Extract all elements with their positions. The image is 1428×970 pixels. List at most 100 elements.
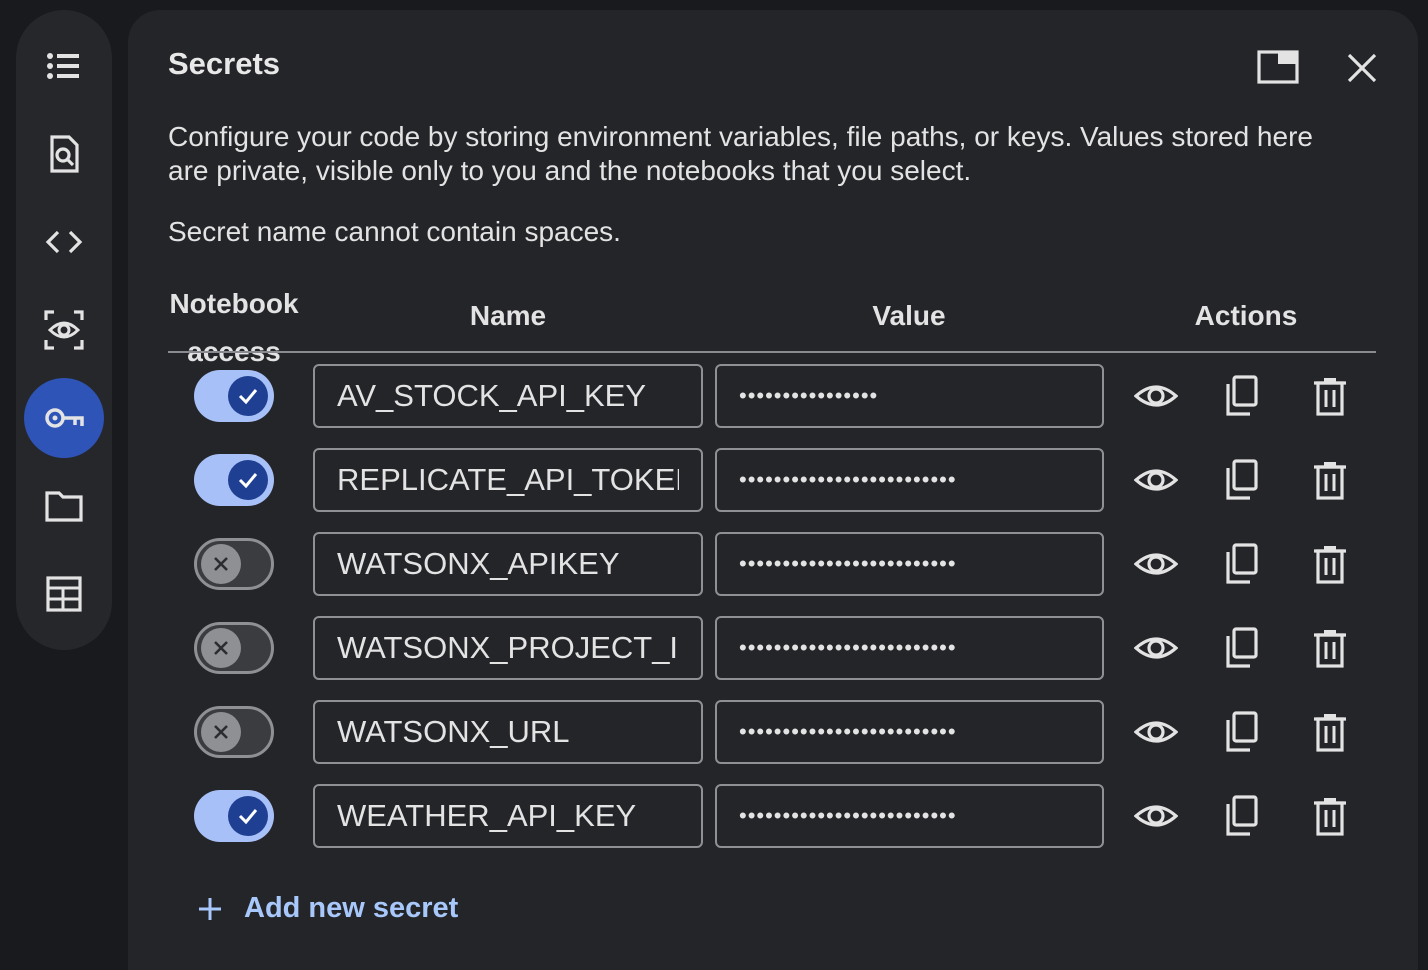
code-snippets-icon <box>45 230 83 254</box>
check-icon <box>238 809 258 825</box>
add-new-secret-button[interactable]: Add new secret <box>194 892 458 925</box>
copy-value-button[interactable] <box>1220 542 1264 586</box>
secret-name-input[interactable] <box>313 532 703 596</box>
header-divider <box>168 351 1376 353</box>
secret-name-input[interactable] <box>313 700 703 764</box>
copy-value-button[interactable] <box>1220 710 1264 754</box>
check-icon <box>238 473 258 489</box>
eye-icon <box>1134 385 1178 407</box>
eye-icon <box>1134 553 1178 575</box>
delete-secret-button[interactable] <box>1308 542 1352 586</box>
copy-value-button[interactable] <box>1220 794 1264 838</box>
copy-value-button[interactable] <box>1220 374 1264 418</box>
delete-secret-button[interactable] <box>1308 626 1352 670</box>
trash-icon <box>1314 546 1346 584</box>
secret-value-input[interactable]: ••••••••••••••••••••••••• <box>715 616 1104 680</box>
secret-name-input[interactable] <box>313 616 703 680</box>
toggle-visibility-button[interactable] <box>1134 458 1178 502</box>
table-of-contents-icon <box>47 53 79 79</box>
header-actions: Actions <box>1194 300 1298 331</box>
secret-row: •••••••••••••••• <box>128 364 1418 428</box>
secret-value-input[interactable]: •••••••••••••••• <box>715 364 1104 428</box>
copy-value-button[interactable] <box>1220 626 1264 670</box>
panel-description: Configure your code by storing environme… <box>168 121 1313 186</box>
secret-row: ••••••••••••••••••••••••• <box>128 532 1418 596</box>
secret-value-input[interactable]: ••••••••••••••••••••••••• <box>715 448 1104 512</box>
notebook-access-toggle[interactable] <box>194 790 274 842</box>
folder-icon <box>45 491 83 522</box>
x-icon <box>214 725 228 739</box>
toggle-visibility-button[interactable] <box>1134 794 1178 838</box>
secret-value-input[interactable]: ••••••••••••••••••••••••• <box>715 700 1104 764</box>
plus-icon <box>199 897 221 920</box>
secrets-button[interactable] <box>24 378 104 458</box>
data-table-button[interactable] <box>24 554 104 634</box>
copy-icon <box>1226 795 1258 836</box>
copy-icon <box>1226 459 1258 500</box>
header-notebook-access: Notebook access <box>168 280 300 376</box>
check-icon <box>238 389 258 405</box>
secret-row: ••••••••••••••••••••••••• <box>128 448 1418 512</box>
files-button[interactable] <box>24 466 104 546</box>
toggle-knob <box>228 376 268 416</box>
secret-name-input[interactable] <box>313 784 703 848</box>
toggle-knob <box>201 628 241 668</box>
eye-icon <box>1134 469 1178 491</box>
eye-icon <box>1134 637 1178 659</box>
copy-icon <box>1226 711 1258 752</box>
close-button[interactable] <box>1340 46 1384 90</box>
delete-secret-button[interactable] <box>1308 794 1352 838</box>
secret-name-input[interactable] <box>313 448 703 512</box>
secret-value-input[interactable]: ••••••••••••••••••••••••• <box>715 532 1104 596</box>
notebook-access-toggle[interactable] <box>194 622 274 674</box>
variables-inspector-icon <box>44 310 84 350</box>
toggle-visibility-button[interactable] <box>1134 710 1178 754</box>
secrets-panel: Secrets Configure your code by storing e… <box>128 10 1418 970</box>
toggle-knob <box>228 460 268 500</box>
close-icon <box>1347 53 1377 83</box>
name-rule-note: Secret name cannot contain spaces. <box>168 216 621 247</box>
notebook-access-toggle[interactable] <box>194 538 274 590</box>
find-button[interactable] <box>24 114 104 194</box>
trash-icon <box>1314 462 1346 500</box>
trash-icon <box>1314 378 1346 416</box>
delete-secret-button[interactable] <box>1308 458 1352 502</box>
secret-row: ••••••••••••••••••••••••• <box>128 700 1418 764</box>
side-rail <box>16 10 112 650</box>
x-icon <box>214 641 228 655</box>
copy-icon <box>1226 375 1258 416</box>
find-in-page-icon <box>50 135 79 173</box>
toggle-visibility-button[interactable] <box>1134 626 1178 670</box>
toggle-knob <box>228 796 268 836</box>
toggle-knob <box>201 712 241 752</box>
header-name: Name <box>469 300 547 331</box>
copy-icon <box>1226 627 1258 668</box>
delete-secret-button[interactable] <box>1308 710 1352 754</box>
trash-icon <box>1314 798 1346 836</box>
code-snippets-button[interactable] <box>24 202 104 282</box>
variables-button[interactable] <box>24 290 104 370</box>
toggle-visibility-button[interactable] <box>1134 374 1178 418</box>
header-access-line1: Notebook <box>169 288 299 319</box>
header-value: Value <box>872 300 946 331</box>
x-icon <box>214 557 228 571</box>
copy-value-button[interactable] <box>1220 458 1264 502</box>
copy-icon <box>1226 543 1258 584</box>
delete-secret-button[interactable] <box>1308 374 1352 418</box>
secret-row: ••••••••••••••••••••••••• <box>128 784 1418 848</box>
toggle-knob <box>201 544 241 584</box>
eye-icon <box>1134 805 1178 827</box>
toggle-visibility-button[interactable] <box>1134 542 1178 586</box>
add-new-secret-label: Add new secret <box>244 892 459 924</box>
notebook-access-toggle[interactable] <box>194 370 274 422</box>
notebook-access-toggle[interactable] <box>194 706 274 758</box>
open-in-tab-button[interactable] <box>1256 46 1300 90</box>
notebook-access-toggle[interactable] <box>194 454 274 506</box>
open-in-tab-icon <box>1257 50 1299 84</box>
trash-icon <box>1314 630 1346 668</box>
secret-name-input[interactable] <box>313 364 703 428</box>
secret-row: ••••••••••••••••••••••••• <box>128 616 1418 680</box>
secret-value-input[interactable]: ••••••••••••••••••••••••• <box>715 784 1104 848</box>
eye-icon <box>1134 721 1178 743</box>
table-of-contents-button[interactable] <box>24 26 104 106</box>
